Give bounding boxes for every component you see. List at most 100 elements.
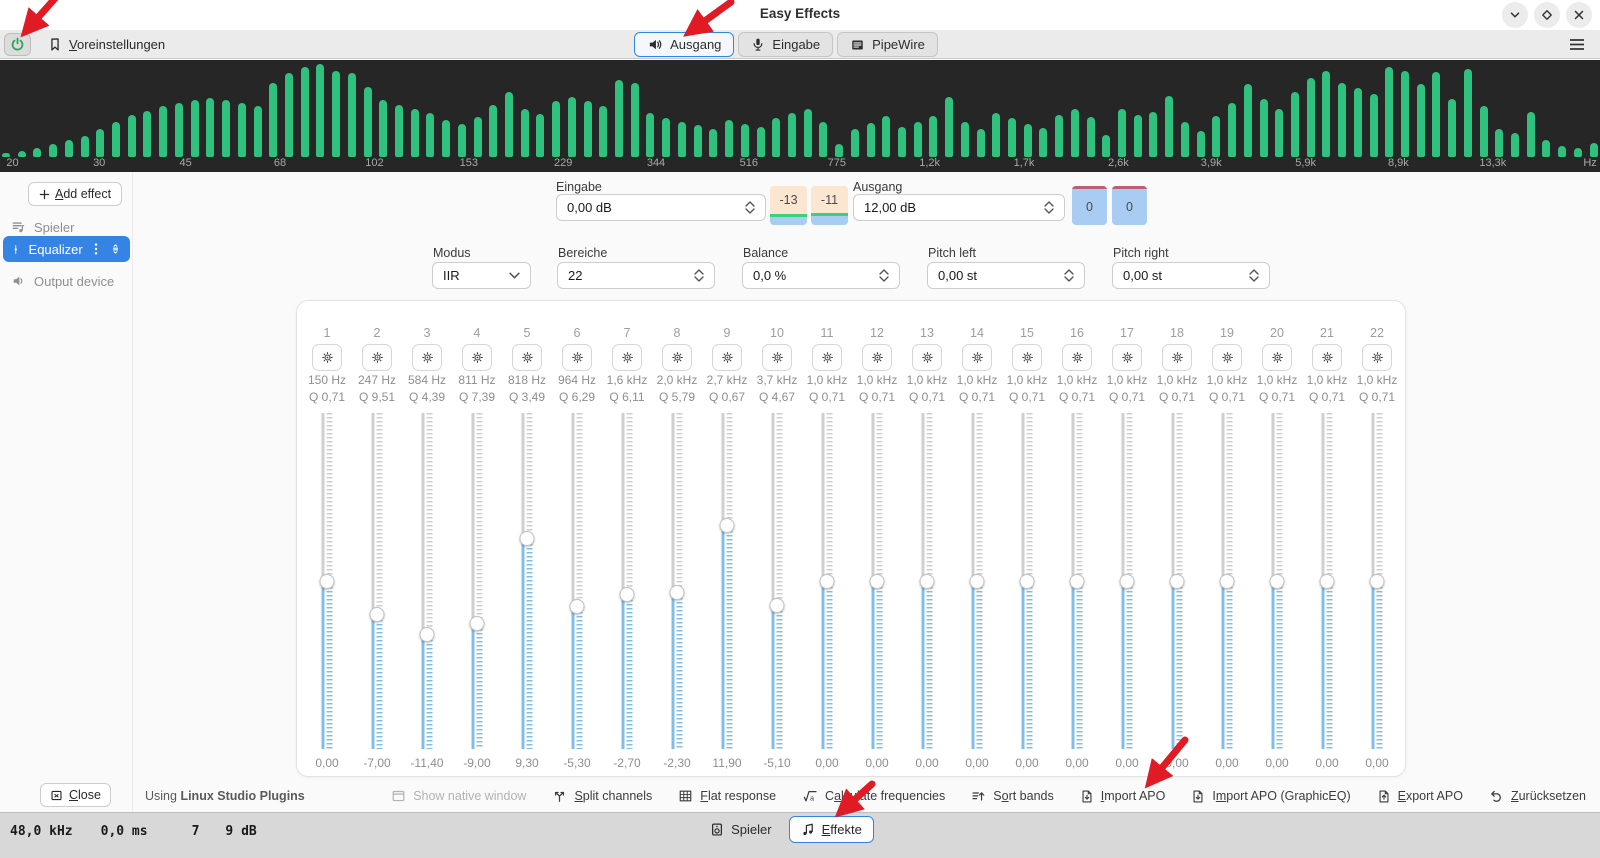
spin-arrows-icon[interactable]: [1044, 201, 1054, 214]
slider-thumb[interactable]: [570, 599, 585, 614]
slider-thumb[interactable]: [820, 574, 835, 589]
balance-spinbox[interactable]: 0,0 %: [742, 262, 900, 289]
slider-thumb[interactable]: [970, 574, 985, 589]
slider-thumb[interactable]: [520, 531, 535, 546]
band-gain-slider[interactable]: [1170, 413, 1185, 749]
output-gain-spinbox[interactable]: 12,00 dB: [853, 194, 1065, 221]
effect-menu-button[interactable]: [91, 242, 101, 256]
minimize-button[interactable]: [1502, 2, 1528, 28]
band-settings-button[interactable]: [1262, 344, 1292, 371]
input-gain-spinbox[interactable]: 0,00 dB: [556, 194, 766, 221]
band-settings-button[interactable]: [362, 344, 392, 371]
band-settings-button[interactable]: [512, 344, 542, 371]
tab-spieler-bottom[interactable]: Spieler: [698, 816, 783, 843]
band-gain-slider[interactable]: [1370, 413, 1385, 749]
slider-thumb[interactable]: [1170, 574, 1185, 589]
band-settings-button[interactable]: [762, 344, 792, 371]
toolbar-button-i-mport-apo-graphiceq[interactable]: Import APO (GraphicEQ): [1191, 789, 1350, 804]
slider-thumb[interactable]: [1120, 574, 1135, 589]
band-settings-button[interactable]: [1012, 344, 1042, 371]
band-gain-slider[interactable]: [470, 413, 485, 749]
add-effect-button[interactable]: Add effect: [28, 182, 122, 206]
spin-arrows-icon[interactable]: [1064, 269, 1074, 282]
band-gain-slider[interactable]: [420, 413, 435, 749]
tab-ausgang[interactable]: Ausgang: [634, 32, 734, 57]
band-gain-slider[interactable]: [620, 413, 635, 749]
slider-thumb[interactable]: [870, 574, 885, 589]
slider-thumb[interactable]: [320, 574, 335, 589]
band-gain-slider[interactable]: [320, 413, 335, 749]
band-settings-button[interactable]: [862, 344, 892, 371]
toolbar-button-c-alculate-frequencies[interactable]: aCalculate frequencies: [802, 789, 945, 803]
band-settings-button[interactable]: [1062, 344, 1092, 371]
band-settings-button[interactable]: [662, 344, 692, 371]
band-gain-slider[interactable]: [520, 413, 535, 749]
toolbar-button-export-apo[interactable]: Export APO: [1377, 789, 1463, 804]
band-gain-slider[interactable]: [870, 413, 885, 749]
spin-arrows-icon[interactable]: [694, 269, 704, 282]
band-gain-slider[interactable]: [1070, 413, 1085, 749]
band-settings-button[interactable]: [462, 344, 492, 371]
band-gain-slider[interactable]: [770, 413, 785, 749]
slider-thumb[interactable]: [1220, 574, 1235, 589]
band-settings-button[interactable]: [412, 344, 442, 371]
band-gain-slider[interactable]: [920, 413, 935, 749]
slider-thumb[interactable]: [670, 585, 685, 600]
band-settings-button[interactable]: [812, 344, 842, 371]
band-settings-button[interactable]: [312, 344, 342, 371]
tab-pipewire[interactable]: PipeWire: [837, 32, 938, 57]
slider-thumb[interactable]: [1020, 574, 1035, 589]
drag-handle[interactable]: [109, 242, 122, 256]
bands-spinbox[interactable]: 22: [557, 262, 715, 289]
band-settings-button[interactable]: [1312, 344, 1342, 371]
band-settings-button[interactable]: [712, 344, 742, 371]
slider-thumb[interactable]: [770, 598, 785, 613]
band-gain-slider[interactable]: [1220, 413, 1235, 749]
band-gain-slider[interactable]: [1320, 413, 1335, 749]
maximize-button[interactable]: [1534, 2, 1560, 28]
slider-thumb[interactable]: [1270, 574, 1285, 589]
band-gain-slider[interactable]: [1020, 413, 1035, 749]
spin-arrows-icon[interactable]: [879, 269, 889, 282]
slider-thumb[interactable]: [720, 518, 735, 533]
band-settings-button[interactable]: [1362, 344, 1392, 371]
band-settings-button[interactable]: [1112, 344, 1142, 371]
band-gain-slider[interactable]: [720, 413, 735, 749]
sidebar-item-output-device[interactable]: Output device: [3, 268, 130, 294]
band-settings-button[interactable]: [1212, 344, 1242, 371]
mode-dropdown[interactable]: IIR: [432, 262, 531, 289]
band-gain-slider[interactable]: [670, 413, 685, 749]
slider-thumb[interactable]: [1370, 574, 1385, 589]
band-gain-slider[interactable]: [570, 413, 585, 749]
pitch-right-spinbox[interactable]: 0,00 st: [1112, 262, 1270, 289]
band-settings-button[interactable]: [912, 344, 942, 371]
tab-effekte-bottom[interactable]: Effekte: [789, 816, 874, 843]
band-gain-slider[interactable]: [1270, 413, 1285, 749]
toolbar-button-flat-response[interactable]: Flat response: [678, 789, 776, 803]
slider-thumb[interactable]: [420, 627, 435, 642]
slider-thumb[interactable]: [1070, 574, 1085, 589]
slider-thumb[interactable]: [1320, 574, 1335, 589]
band-settings-button[interactable]: [612, 344, 642, 371]
close-button[interactable]: [1566, 2, 1592, 28]
slider-thumb[interactable]: [470, 616, 485, 631]
band-gain-slider[interactable]: [370, 413, 385, 749]
band-settings-button[interactable]: [562, 344, 592, 371]
band-gain-slider[interactable]: [970, 413, 985, 749]
band-settings-button[interactable]: [1162, 344, 1192, 371]
tab-eingabe[interactable]: Eingabe: [738, 32, 833, 57]
slider-thumb[interactable]: [620, 587, 635, 602]
slider-thumb[interactable]: [370, 607, 385, 622]
band-gain-slider[interactable]: [820, 413, 835, 749]
pitch-left-spinbox[interactable]: 0,00 st: [927, 262, 1085, 289]
slider-thumb[interactable]: [920, 574, 935, 589]
toolbar-button-zur-cksetzen[interactable]: Zurücksetzen: [1489, 789, 1586, 803]
band-settings-button[interactable]: [962, 344, 992, 371]
menu-button[interactable]: [1562, 33, 1592, 56]
spin-arrows-icon[interactable]: [745, 201, 755, 214]
toolbar-button-s-ort-bands[interactable]: Sort bands: [971, 789, 1053, 803]
sidebar-item-equalizer[interactable]: Equalizer: [3, 236, 130, 262]
spin-arrows-icon[interactable]: [1249, 269, 1259, 282]
band-gain-slider[interactable]: [1120, 413, 1135, 749]
toolbar-button-split-channels[interactable]: Split channels: [552, 789, 652, 803]
